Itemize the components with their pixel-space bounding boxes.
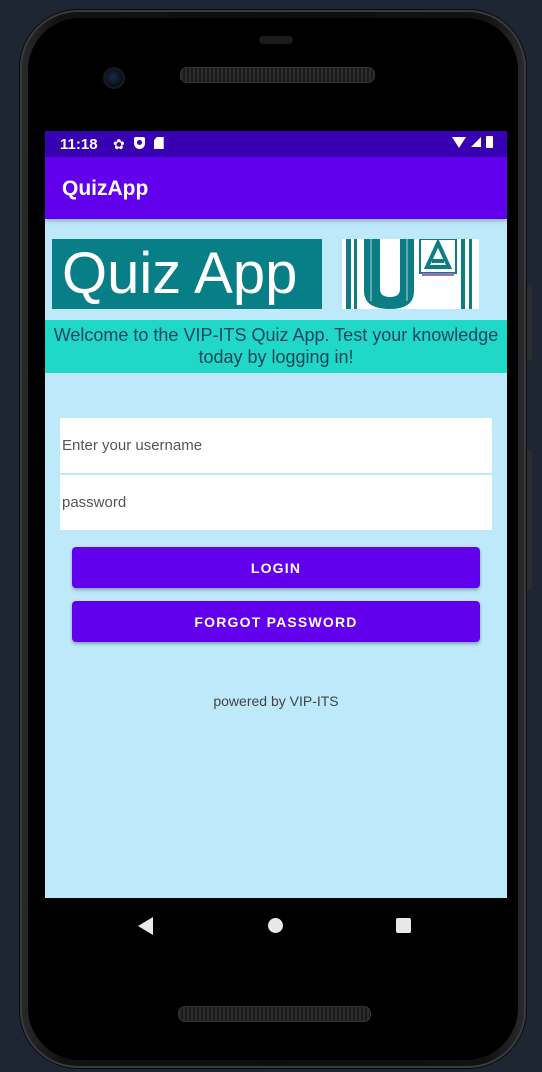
recents-icon[interactable] (396, 918, 411, 933)
forgot-password-button[interactable]: FORGOT PASSWORD (72, 601, 480, 642)
wifi-icon (452, 137, 466, 148)
shield-icon (133, 137, 145, 149)
app-title: QuizApp (62, 177, 149, 200)
back-icon[interactable] (138, 917, 153, 935)
status-bar: 11:18 ✿ (45, 131, 507, 157)
powered-by-text: powered by VIP-ITS (213, 693, 339, 709)
status-time: 11:18 (60, 136, 98, 153)
login-button[interactable]: LOGIN (72, 547, 480, 588)
device-frame: 11:18 ✿ QuizApp Quiz App Welcome to the … (0, 0, 542, 1072)
battery-icon (486, 136, 493, 148)
top-speaker-grille (180, 67, 375, 83)
sd-card-icon (153, 137, 164, 149)
home-icon[interactable] (268, 918, 283, 933)
app-bar: QuizApp (45, 157, 507, 219)
volume-rocker[interactable] (526, 450, 532, 590)
ua-logo-icon (342, 239, 479, 309)
password-input[interactable] (60, 475, 492, 530)
gear-icon: ✿ (113, 136, 125, 152)
bottom-speaker-grille (178, 1006, 371, 1022)
quiz-app-banner: Quiz App (52, 239, 322, 309)
navigation-bar (45, 898, 507, 953)
username-input[interactable] (60, 418, 492, 473)
status-icons-left: ✿ (113, 136, 164, 153)
power-button[interactable] (526, 285, 532, 360)
front-camera-icon (103, 67, 125, 89)
welcome-message: Welcome to the VIP-ITS Quiz App. Test yo… (45, 320, 507, 373)
signal-icon (471, 137, 481, 147)
earpiece-slit (259, 36, 293, 44)
status-icons-right (452, 136, 493, 148)
app-screen: 11:18 ✿ QuizApp Quiz App Welcome to the … (45, 131, 507, 898)
